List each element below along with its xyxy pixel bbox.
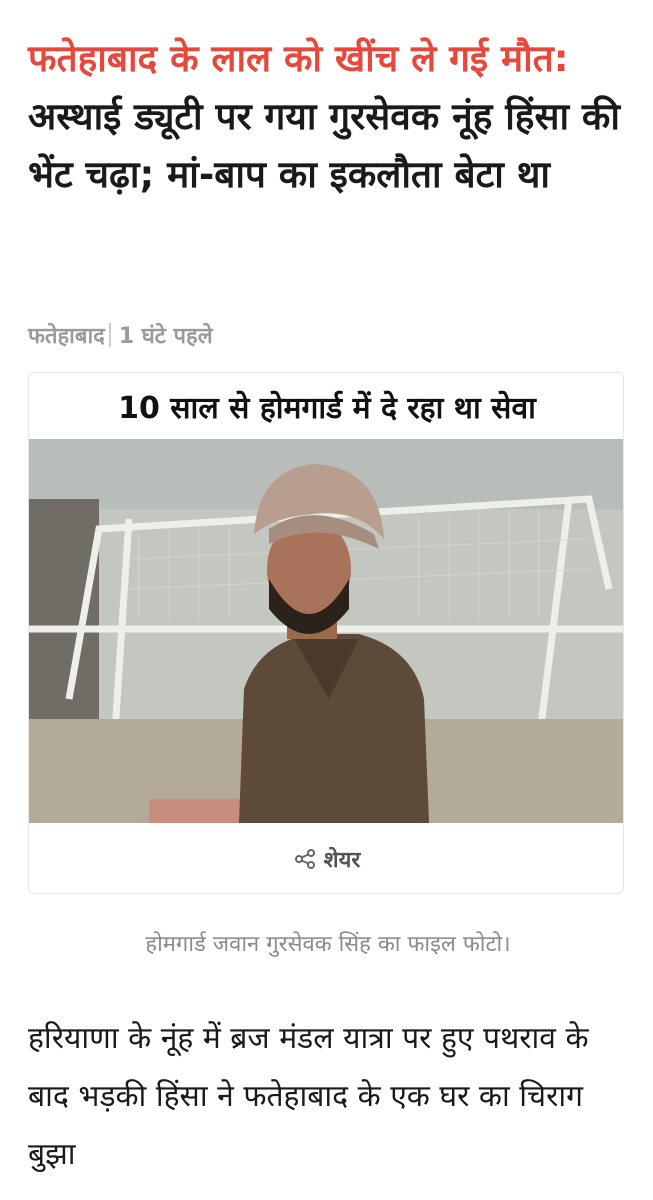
article-meta: फतेहाबाद 1 घंटे पहले [28, 320, 213, 350]
photo-illustration [29, 439, 623, 823]
headline-highlight: फतेहाबाद के लाल को खींच ले गई मौत: [28, 37, 569, 80]
share-label: शेयर [323, 848, 361, 873]
share-icon [294, 848, 316, 870]
photo-caption: होमगार्ड जवान गुरसेवक सिंह का फाइल फोटो। [145, 932, 511, 957]
meta-location[interactable]: फतेहाबाद [28, 320, 105, 350]
photo-banner: 10 साल से होमगार्ड में दे रहा था सेवा [29, 373, 623, 439]
meta-time: 1 घंटे पहले [118, 324, 213, 349]
article-photo[interactable] [29, 439, 623, 823]
article-headline: फतेहाबाद के लाल को खींच ले गई मौत: अस्था… [28, 30, 628, 204]
article-body: हरियाणा के नूंह में ब्रज मंडल यात्रा पर … [28, 1021, 589, 1172]
article-page: फतेहाबाद के लाल को खींच ले गई मौत: अस्था… [0, 0, 653, 1200]
photo-card: 10 साल से होमगार्ड में दे रहा था सेवा शे… [28, 372, 624, 894]
headline-rest: अस्थाई ड्यूटी पर गया गुरसेवक नूंह हिंसा … [28, 95, 620, 196]
share-button[interactable]: शेयर [29, 823, 623, 893]
meta-divider [108, 323, 111, 347]
